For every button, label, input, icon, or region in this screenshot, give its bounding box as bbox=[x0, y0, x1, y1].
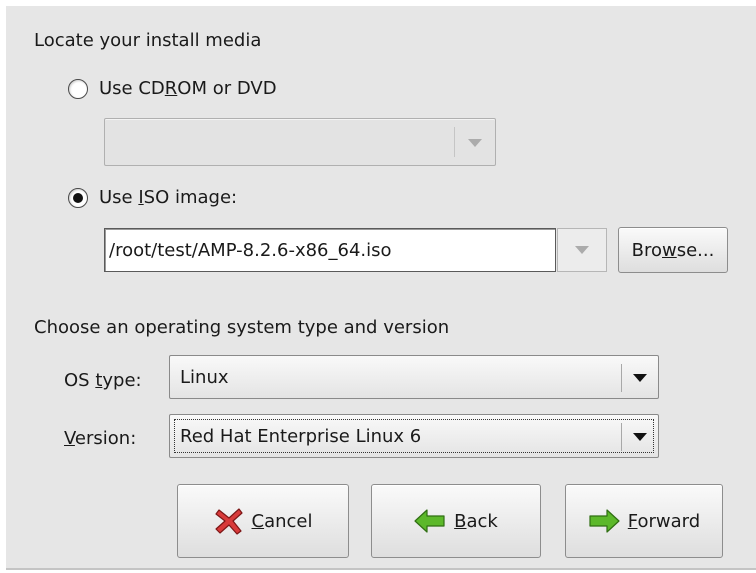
back-label: Back bbox=[454, 510, 498, 532]
cancel-button[interactable]: Cancel bbox=[177, 484, 349, 558]
back-button[interactable]: Back bbox=[371, 484, 541, 558]
install-media-heading: Locate your install media bbox=[34, 30, 262, 51]
cancel-label: Cancel bbox=[251, 510, 313, 532]
browse-button[interactable]: Browse... bbox=[618, 227, 728, 273]
chevron-down-icon bbox=[468, 139, 482, 147]
version-label: Version: bbox=[64, 428, 137, 449]
version-value: Red Hat Enterprise Linux 6 bbox=[180, 425, 422, 447]
version-combo[interactable]: Red Hat Enterprise Linux 6 bbox=[169, 414, 659, 458]
radio-checked-icon bbox=[68, 187, 88, 208]
combo-separator bbox=[454, 127, 455, 157]
chevron-down-icon bbox=[575, 246, 589, 254]
use-iso-label: Use ISO image: bbox=[99, 187, 238, 208]
iso-history-dropdown-button[interactable] bbox=[557, 228, 607, 272]
chevron-down-icon bbox=[633, 433, 647, 441]
os-type-label: OS type: bbox=[64, 370, 142, 391]
iso-path-input[interactable]: /root/test/AMP-8.2.6-x86_64.iso bbox=[104, 228, 556, 272]
forward-button[interactable]: Forward bbox=[565, 484, 723, 558]
install-media-dialog: Locate your install media Use CDROM or D… bbox=[6, 6, 756, 570]
os-heading: Choose an operating system type and vers… bbox=[34, 317, 450, 338]
os-type-value: Linux bbox=[180, 366, 229, 388]
forward-label: Forward bbox=[627, 510, 701, 532]
chevron-down-icon bbox=[633, 374, 647, 382]
radio-unchecked-icon bbox=[68, 78, 88, 99]
use-cdrom-label: Use CDROM or DVD bbox=[99, 78, 277, 99]
combo-separator bbox=[621, 364, 622, 392]
combo-separator bbox=[621, 423, 622, 451]
use-cdrom-radio[interactable]: Use CDROM or DVD bbox=[68, 78, 277, 99]
arrow-left-icon bbox=[414, 508, 446, 534]
arrow-right-icon bbox=[588, 508, 620, 534]
cancel-x-icon bbox=[214, 506, 244, 536]
browse-label: Browse... bbox=[631, 239, 715, 261]
use-iso-radio[interactable]: Use ISO image: bbox=[68, 187, 237, 208]
os-type-combo[interactable]: Linux bbox=[169, 355, 659, 399]
cdrom-device-combo bbox=[104, 118, 496, 166]
